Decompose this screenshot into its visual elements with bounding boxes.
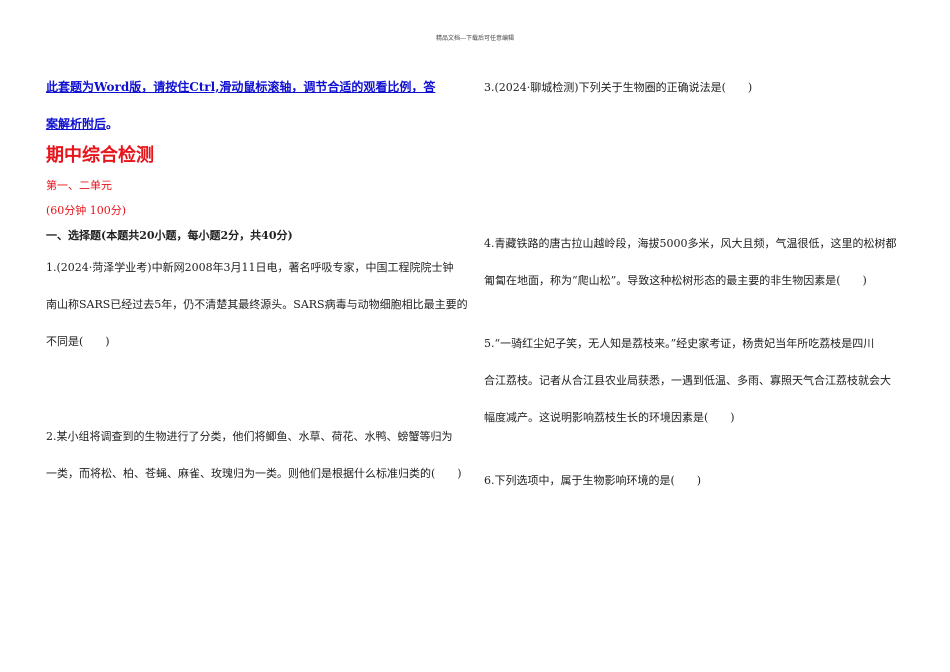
question-line: 2.某小组将调查到的生物进行了分类，他们将鲫鱼、水草、荷花、水鸭、螃蟹等归为 bbox=[46, 430, 453, 443]
question-line: 不同是( ) bbox=[46, 335, 110, 348]
notice-line-2[interactable]: 案解析附后 bbox=[46, 117, 106, 131]
page-header: 精品文档---下载后可任意编辑 bbox=[435, 35, 515, 42]
question-line: 1.(2024·菏泽学业考)中新网2008年3月11日电，著名呼吸专家，中国工程… bbox=[46, 261, 454, 274]
question-line: 4.青藏铁路的唐古拉山越岭段，海拔5000多米，风大且频，气温很低，这里的松树都 bbox=[484, 237, 897, 250]
question-line: 幅度减产。这说明影响荔枝生长的环境因素是( ) bbox=[484, 411, 735, 424]
question-line: 3.(2024·聊城检测)下列关于生物圈的正确说法是( ) bbox=[484, 81, 753, 94]
word-version-notice-link-2[interactable]: 案解析附后。 bbox=[46, 117, 118, 131]
notice-line-1[interactable]: 此套题为Word版，请按住Ctrl,滑动鼠标滚轴，调节合适的观看比例，答 bbox=[46, 80, 435, 94]
question-line: 匍匐在地面，称为“爬山松”。导致这种松树形态的最主要的非生物因素是( ) bbox=[484, 274, 867, 287]
page-title: 期中综合检测 bbox=[46, 145, 154, 166]
question-line: 6.下列选项中，属于生物影响环境的是( ) bbox=[484, 474, 702, 487]
unit-label: 第一、二单元 bbox=[46, 179, 112, 192]
section-heading: 一、选择题(本题共20小题，每小题2分，共40分) bbox=[46, 229, 293, 242]
question-line: 5.“一骑红尘妃子笑，无人知是荔枝来。”经史家考证，杨贵妃当年所吃荔枝是四川 bbox=[484, 337, 875, 350]
word-version-notice-link[interactable]: 此套题为Word版，请按住Ctrl,滑动鼠标滚轴，调节合适的观看比例，答 bbox=[46, 80, 435, 94]
time-score-label: (60分钟 100分) bbox=[46, 204, 127, 217]
question-line: 南山称SARS已经过去5年，仍不清楚其最终源头。SARS病毒与动物细胞相比最主要… bbox=[46, 298, 468, 311]
question-line: 一类，而将松、柏、苍蝇、麻雀、玫瑰归为一类。则他们是根据什么标准归类的( ) bbox=[46, 467, 462, 480]
notice-period: 。 bbox=[106, 117, 119, 131]
question-line: 合江荔枝。记者从合江县农业局获悉，一遇到低温、多雨、寡照天气合江荔枝就会大 bbox=[484, 374, 891, 387]
